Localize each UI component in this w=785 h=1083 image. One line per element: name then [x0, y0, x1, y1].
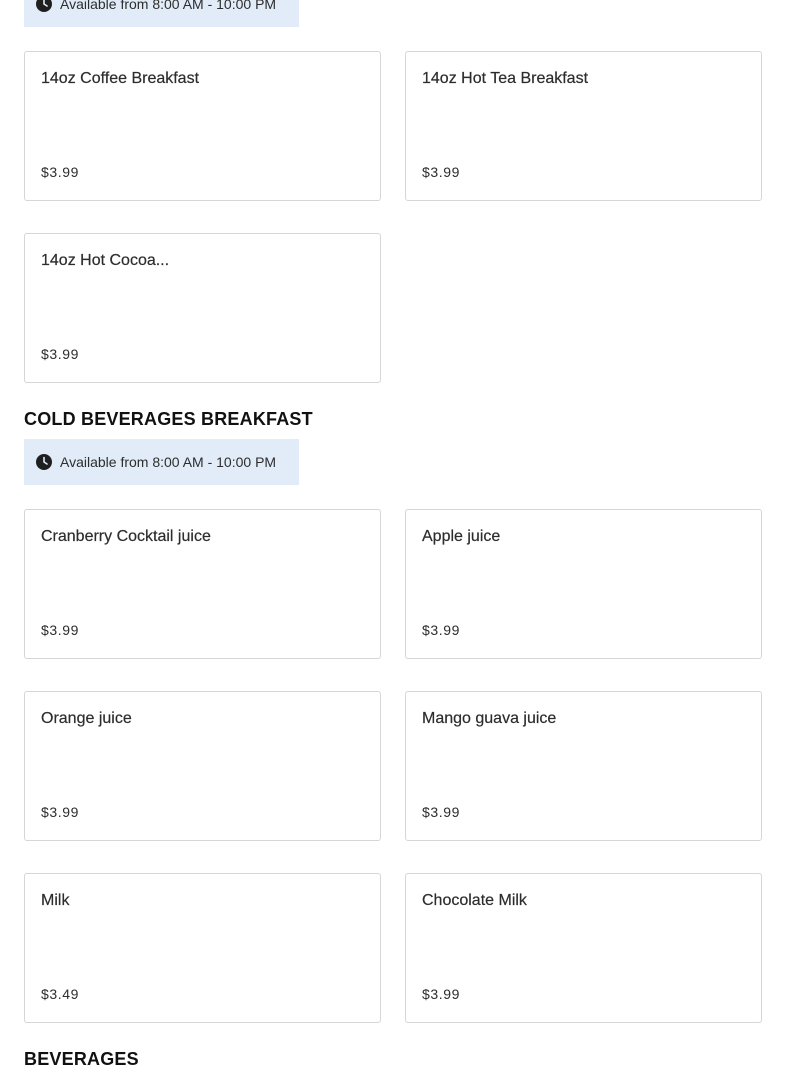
clock-icon: [36, 0, 52, 12]
menu-item-card[interactable]: Orange juice $3.99: [24, 691, 381, 841]
menu-item-price: $3.99: [422, 986, 461, 1002]
menu-item-price: $3.99: [41, 804, 80, 820]
menu-item-price: $3.49: [41, 986, 80, 1002]
menu-item-price: $3.99: [422, 622, 461, 638]
menu-item-price: $3.99: [422, 804, 461, 820]
section-title-cold-beverages: COLD BEVERAGES BREAKFAST: [24, 409, 313, 429]
menu-item-price: $3.99: [422, 164, 461, 180]
availability-banner-cold: Available from 8:00 AM - 10:00 PM: [24, 439, 299, 485]
menu-item-card[interactable]: Mango guava juice $3.99: [405, 691, 762, 841]
menu-item-name: Milk: [41, 892, 70, 909]
menu-item-name: 14oz Coffee Breakfast: [41, 70, 200, 87]
menu-item-name: Orange juice: [41, 710, 132, 727]
menu-item-card[interactable]: Apple juice $3.99: [405, 509, 762, 659]
menu-item-name: Cranberry Cocktail juice: [41, 528, 211, 545]
menu-item-price: $3.99: [41, 622, 80, 638]
menu-item-price: $3.99: [41, 346, 80, 362]
menu-item-card[interactable]: Cranberry Cocktail juice $3.99: [24, 509, 381, 659]
clock-icon: [36, 454, 52, 470]
menu-item-name: Mango guava juice: [422, 710, 557, 727]
menu-item-card[interactable]: 14oz Hot Tea Breakfast $3.99: [405, 51, 762, 201]
menu-item-name: Chocolate Milk: [422, 892, 527, 909]
menu-page: Available from 8:00 AM - 10:00 PM 14oz C…: [0, 0, 785, 1083]
menu-item-name: 14oz Hot Cocoa...: [41, 252, 170, 269]
menu-item-card[interactable]: Milk $3.49: [24, 873, 381, 1023]
menu-item-name: 14oz Hot Tea Breakfast: [422, 70, 589, 87]
availability-text: Available from 8:00 AM - 10:00 PM: [60, 0, 277, 12]
availability-banner-hot: Available from 8:00 AM - 10:00 PM: [24, 0, 299, 27]
menu-item-card[interactable]: 14oz Hot Cocoa... $3.99: [24, 233, 381, 383]
availability-text: Available from 8:00 AM - 10:00 PM: [60, 454, 277, 470]
menu-item-card[interactable]: Chocolate Milk $3.99: [405, 873, 762, 1023]
menu-item-card[interactable]: 14oz Coffee Breakfast $3.99: [24, 51, 381, 201]
menu-item-name: Apple juice: [422, 528, 501, 545]
menu-item-price: $3.99: [41, 164, 80, 180]
section-title-beverages: BEVERAGES: [24, 1049, 139, 1069]
